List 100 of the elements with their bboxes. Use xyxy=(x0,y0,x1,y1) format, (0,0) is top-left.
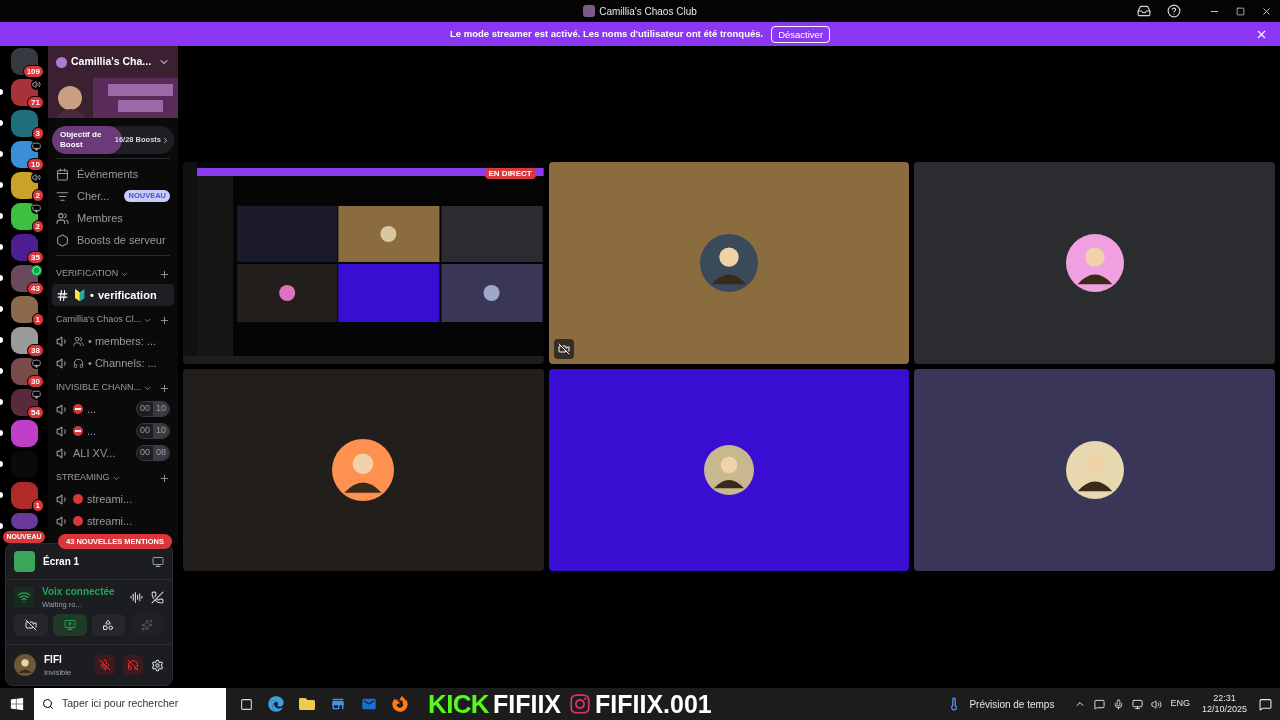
mention-badge: 35 xyxy=(27,251,44,264)
channel-item[interactable]: ALI XV... 00 08 xyxy=(52,442,174,464)
stream-title: Écran 1 xyxy=(43,554,80,569)
maximize-icon[interactable] xyxy=(1236,6,1245,16)
clock-date: 12/10/2025 xyxy=(1201,704,1247,715)
control-button[interactable] xyxy=(52,614,87,636)
category-name: STREAMING xyxy=(56,471,110,485)
mention-badge: 54 xyxy=(27,406,44,419)
network-icon[interactable] xyxy=(1132,698,1144,710)
plus-icon[interactable] xyxy=(159,472,170,484)
headphones-icon xyxy=(73,357,84,369)
category-name: Camillia's Chaos Cl... xyxy=(56,313,142,327)
browser-icon[interactable] xyxy=(268,696,284,712)
hash-icon xyxy=(56,288,69,302)
windows-start-icon[interactable] xyxy=(10,697,24,711)
channel-item[interactable]: • members: ... xyxy=(52,330,174,352)
mute-button[interactable] xyxy=(95,655,115,675)
mention-badge: 38 xyxy=(27,344,44,357)
waveform-icon[interactable] xyxy=(130,590,143,604)
participant-tile[interactable] xyxy=(914,369,1275,571)
channel-item[interactable]: 🔰 • verification xyxy=(52,284,174,306)
category-header[interactable]: STREAMING xyxy=(48,468,178,488)
mic-icon[interactable] xyxy=(1113,698,1125,710)
control-button[interactable] xyxy=(91,614,126,636)
search-field[interactable]: Taper ici pour rechercher xyxy=(34,688,226,720)
channel-item[interactable]: streami... xyxy=(52,488,174,510)
channel-name: • Channels: ... xyxy=(88,355,158,371)
category-header[interactable]: VERIFICATION xyxy=(48,264,178,284)
speaker-icon xyxy=(56,492,69,506)
mail-icon[interactable] xyxy=(361,696,377,712)
inbox-icon[interactable] xyxy=(1137,4,1151,18)
participant-tile[interactable] xyxy=(183,369,544,571)
participant-tile[interactable] xyxy=(548,162,910,364)
mention-badge: 30 xyxy=(27,375,44,388)
clock-time: 22:31 xyxy=(1213,693,1236,704)
participant-tile[interactable] xyxy=(548,369,910,571)
volume-icon[interactable] xyxy=(1151,698,1163,710)
overlay-text: FIFIIX.001 xyxy=(595,691,712,717)
speaker-icon xyxy=(56,356,69,370)
plus-icon[interactable] xyxy=(159,314,170,326)
language-indicator[interactable]: ENG xyxy=(1170,697,1190,711)
control-button[interactable] xyxy=(14,614,48,636)
menu-item[interactable]: Membres xyxy=(48,207,178,229)
activities-icon xyxy=(102,619,115,631)
task-view-icon[interactable] xyxy=(240,697,253,711)
stream-tile[interactable]: EN DIRECT xyxy=(183,162,544,364)
store-icon[interactable] xyxy=(330,696,346,712)
mention-badge: 43 xyxy=(27,282,44,295)
disable-button[interactable]: Désactiver xyxy=(771,25,831,43)
participant-tile[interactable] xyxy=(914,162,1275,364)
notifications-icon[interactable] xyxy=(1259,697,1272,711)
help-icon[interactable] xyxy=(1167,4,1181,18)
live-icon xyxy=(73,516,83,526)
signal-icon[interactable] xyxy=(14,587,34,607)
category-header[interactable]: Camillia's Chaos Cl... xyxy=(48,310,178,330)
live-icon xyxy=(73,494,83,504)
mention-badge: 10 xyxy=(27,158,44,171)
people-icon xyxy=(73,335,84,347)
channel-item[interactable]: ... 00 10 xyxy=(52,420,174,442)
menu-item[interactable]: Boosts de serveur xyxy=(48,229,178,251)
server-icon[interactable] xyxy=(10,327,38,354)
folder-icon[interactable] xyxy=(299,696,315,712)
channel-item[interactable]: ... 00 10 xyxy=(52,398,174,420)
server-header[interactable]: Camillia's Cha... xyxy=(48,46,178,78)
deafen-button[interactable] xyxy=(123,655,143,675)
sparkle-icon xyxy=(141,619,154,631)
avatar xyxy=(1065,441,1124,499)
channel-prefix: 🔰 • xyxy=(73,287,94,303)
hexagon-icon xyxy=(56,233,69,247)
server-icon[interactable] xyxy=(10,203,38,230)
no-entry-icon xyxy=(73,426,83,436)
channel-item[interactable]: • Channels: ... xyxy=(52,352,174,374)
category-header[interactable]: INVISIBLE CHANN... xyxy=(48,378,178,398)
server-icon[interactable] xyxy=(10,172,38,199)
speaker-icon xyxy=(56,334,69,348)
plus-icon[interactable] xyxy=(159,268,170,280)
avatar xyxy=(704,445,754,495)
speaker-icon xyxy=(56,446,69,460)
avatar xyxy=(332,439,395,501)
list-icon xyxy=(56,189,69,203)
server-icon[interactable] xyxy=(10,234,38,261)
avatar xyxy=(700,234,758,292)
plus-icon[interactable] xyxy=(159,382,170,394)
tray-icon[interactable] xyxy=(1094,698,1106,710)
avatar xyxy=(14,654,36,676)
server-icon xyxy=(583,5,596,17)
chat-icon xyxy=(31,265,42,276)
hang-up-icon[interactable] xyxy=(151,590,164,604)
channel-name: ... xyxy=(87,423,98,439)
stop-stream-icon[interactable] xyxy=(152,555,164,568)
camera-logo-icon xyxy=(569,693,591,715)
menu-label: Membres xyxy=(77,210,123,226)
menu-item[interactable]: Événements xyxy=(48,163,178,185)
channel-item[interactable]: streami... xyxy=(52,510,174,532)
channel-name: streami... xyxy=(87,513,134,529)
browser-icon[interactable] xyxy=(392,696,408,712)
close-icon[interactable] xyxy=(1261,5,1272,17)
weather-label[interactable]: Prévision de temps xyxy=(969,696,1055,712)
settings-icon[interactable] xyxy=(151,658,164,672)
calendar-icon xyxy=(56,167,69,181)
